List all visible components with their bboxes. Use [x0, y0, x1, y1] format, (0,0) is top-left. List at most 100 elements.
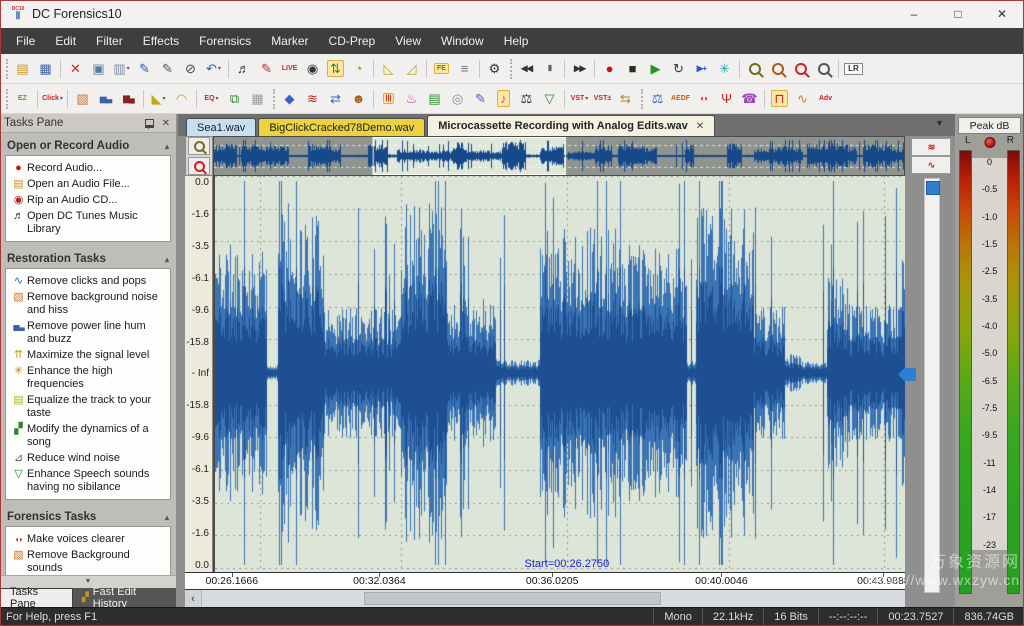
zoom-vertical-icon[interactable]: [789, 57, 812, 81]
paintbrush-icon[interactable]: ✎: [469, 87, 492, 111]
multi-out-icon[interactable]: ⧉: [223, 87, 246, 111]
lr-channels-button[interactable]: LR: [842, 57, 865, 81]
pane-tab-tasks[interactable]: Tasks Pane: [0, 588, 73, 607]
task-dynamics[interactable]: ▞Modify the dynamics of a song: [8, 421, 168, 450]
menu-help[interactable]: Help: [494, 28, 539, 54]
save-icon[interactable]: ▦: [34, 57, 57, 81]
menu-window[interactable]: Window: [431, 28, 494, 54]
mixer-icon[interactable]: ♨: [400, 87, 423, 111]
picture-frame-icon[interactable]: ▤: [423, 87, 446, 111]
section-header-forensics[interactable]: Forensics Tasks ▴: [5, 509, 171, 526]
undo-icon[interactable]: ↶▾: [202, 57, 225, 81]
menu-view[interactable]: View: [385, 28, 431, 54]
vscroll-thumb[interactable]: [926, 181, 940, 195]
task-remove-hum[interactable]: ▅▃Remove power line hum and buzz: [8, 318, 168, 347]
task-rip-audio-cd[interactable]: ◉Rip an Audio CD...: [8, 192, 168, 208]
menu-effects[interactable]: Effects: [133, 28, 189, 54]
menu-filter[interactable]: Filter: [86, 28, 133, 54]
zoom-selection-icon[interactable]: [766, 57, 789, 81]
pause-icon[interactable]: Ⅱ: [538, 57, 561, 81]
tab-microcassette[interactable]: Microcassette Recording with Analog Edit…: [427, 115, 715, 136]
task-remove-clicks[interactable]: ∿Remove clicks and pops: [8, 273, 168, 289]
ez-mode-icon[interactable]: EZ: [11, 87, 34, 111]
wave-shape-icon[interactable]: ∿: [791, 87, 814, 111]
record-icon[interactable]: ●: [598, 57, 621, 81]
zoom-in-icon[interactable]: [743, 57, 766, 81]
smart-edit-pencil-icon[interactable]: ✎: [133, 57, 156, 81]
fade-out-icon[interactable]: ◿: [400, 57, 423, 81]
pulse-icon[interactable]: ⊓: [768, 87, 791, 111]
minimize-button[interactable]: –: [892, 0, 936, 28]
curve-icon[interactable]: ◠: [170, 87, 193, 111]
vst-manage-icon[interactable]: VST±: [591, 87, 614, 111]
section-header-open-record[interactable]: Open or Record Audio ▴: [5, 138, 171, 155]
note-box-icon[interactable]: ♪: [492, 87, 515, 111]
waveform-mode-button[interactable]: ∿: [911, 156, 951, 174]
music-notes-icon[interactable]: ♬: [232, 57, 255, 81]
mute-icon[interactable]: ⊘: [179, 57, 202, 81]
tab-sea1[interactable]: Sea1.wav: [186, 118, 256, 136]
menu-forensics[interactable]: Forensics: [189, 28, 261, 54]
pane-tab-fast-edit[interactable]: ▞Fast Edit History: [73, 588, 176, 607]
overview-zoom-in-button[interactable]: [188, 137, 210, 155]
fast-edit-icon[interactable]: FE: [430, 57, 453, 81]
noise-window-icon[interactable]: ▧: [71, 87, 94, 111]
waveform-canvas[interactable]: [215, 176, 905, 570]
task-wind-noise[interactable]: ⊿Reduce wind noise: [8, 450, 168, 466]
menu-file[interactable]: File: [6, 28, 45, 54]
menu-cd-prep[interactable]: CD-Prep: [319, 28, 386, 54]
vertical-scrollbar[interactable]: [924, 178, 940, 593]
task-voices-clearer[interactable]: ◖◗Make voices clearer: [8, 531, 168, 547]
menu-edit[interactable]: Edit: [45, 28, 86, 54]
spectrum-bars-icon[interactable]: ▅▃: [94, 87, 117, 111]
phone-icon[interactable]: ☎: [738, 87, 761, 111]
fast-forward-icon[interactable]: ▶▶: [568, 57, 591, 81]
loop-icon[interactable]: ↻: [667, 57, 690, 81]
vinyl-filter-icon[interactable]: |||: [377, 87, 400, 111]
play-icon[interactable]: ▶: [644, 57, 667, 81]
stop-icon[interactable]: ■: [621, 57, 644, 81]
copy-icon[interactable]: ▣: [87, 57, 110, 81]
task-maximize-signal[interactable]: ⇈Maximize the signal level: [8, 347, 168, 363]
task-record-audio[interactable]: ●Record Audio...: [8, 160, 168, 176]
play-to-marker-icon[interactable]: ▶+: [690, 57, 713, 81]
speech-cone-icon[interactable]: ▽: [538, 87, 561, 111]
disc-icon[interactable]: ◉: [301, 57, 324, 81]
hscroll-thumb[interactable]: [364, 592, 661, 605]
live-meter-icon[interactable]: LIVE: [278, 57, 301, 81]
overview-canvas[interactable]: [214, 137, 904, 175]
task-open-dc-tunes[interactable]: ♬Open DC Tunes Music Library: [8, 208, 168, 237]
collapse-arrow-icon[interactable]: ▴: [165, 142, 169, 151]
vst-icon[interactable]: VST▾: [568, 87, 591, 111]
hscroll-track[interactable]: [202, 590, 905, 607]
maximize-button[interactable]: □: [936, 0, 980, 28]
overview-zoom-out-button[interactable]: [188, 157, 210, 175]
tab-bigclick[interactable]: BigClickCracked78Demo.wav: [258, 118, 425, 136]
pencil-icon[interactable]: ✎: [156, 57, 179, 81]
tab-close-icon[interactable]: ✕: [696, 121, 704, 132]
swap-channels-icon[interactable]: ⇄: [324, 87, 347, 111]
collapse-arrow-icon[interactable]: ▴: [165, 255, 169, 264]
section-header-restoration[interactable]: Restoration Tasks ▴: [5, 251, 171, 268]
task-equalize[interactable]: ▤Equalize the track to your taste: [8, 392, 168, 421]
record-brush-icon[interactable]: ✎: [255, 57, 278, 81]
tab-list-dropdown-icon[interactable]: ▼: [935, 118, 944, 128]
advanced-label[interactable]: Adv: [814, 87, 837, 111]
sparkle-brush-icon[interactable]: ✳: [713, 57, 736, 81]
pane-close-icon[interactable]: ✕: [162, 118, 170, 129]
task-remove-noise[interactable]: ▧Remove background noise and hiss: [8, 289, 168, 318]
scroll-left-arrow-icon[interactable]: ‹: [185, 590, 202, 607]
rewind-icon[interactable]: ◀◀: [515, 57, 538, 81]
signal-boost-icon[interactable]: ⇅: [324, 57, 347, 81]
scratch-filter-icon[interactable]: ≋: [301, 87, 324, 111]
clip-indicator-icon[interactable]: [984, 137, 995, 148]
delete-icon[interactable]: ✕: [64, 57, 87, 81]
frames-icon[interactable]: ≡: [453, 57, 476, 81]
balance-scale-icon[interactable]: ⚖: [515, 87, 538, 111]
click-filter-icon[interactable]: Click▾: [41, 87, 64, 111]
pin-icon[interactable]: [145, 119, 154, 128]
close-button[interactable]: ✕: [980, 0, 1024, 28]
diamond-filter-icon[interactable]: ◆: [278, 87, 301, 111]
task-enhance-speech[interactable]: ▽Enhance Speech sounds having no sibilan…: [8, 466, 168, 495]
fade-shape-icon[interactable]: ◣▾: [147, 87, 170, 111]
